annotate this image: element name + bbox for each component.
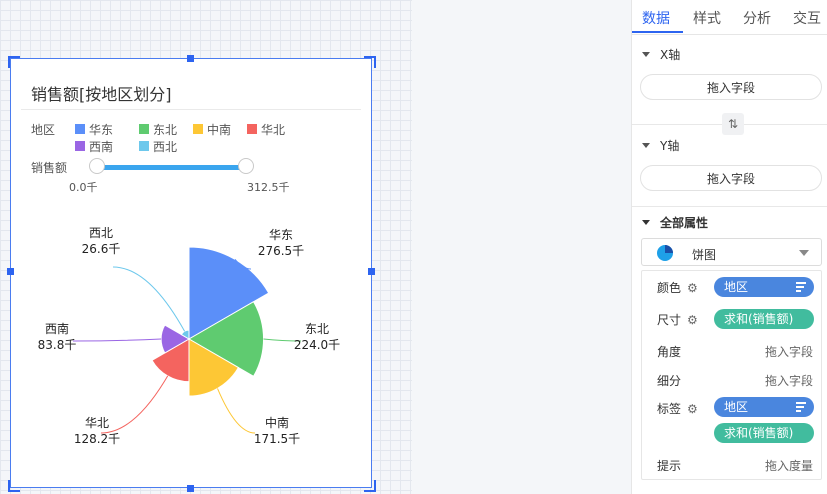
marks-properties: 颜色 ⚙ 地区 尺寸 ⚙ 求和(销售额) 角度 拖入字段 细分 拖入字段 标签 … xyxy=(641,270,822,480)
swap-axes-icon[interactable]: ⇅ xyxy=(722,113,744,135)
x-axis-drop-zone[interactable]: 拖入字段 xyxy=(640,74,822,100)
resize-handle-bottom[interactable] xyxy=(187,485,194,492)
properties-panel: 数据 样式 分析 交互 X轴 拖入字段 ⇅ Y轴 拖入字段 全部属性 饼图 颜色… xyxy=(631,0,827,494)
tab-style[interactable]: 样式 xyxy=(693,8,721,28)
y-axis-section[interactable]: Y轴 xyxy=(642,137,679,154)
slice-label-category: 华北 xyxy=(85,416,109,430)
prop-size-label: 尺寸 xyxy=(657,313,682,327)
chart-type-value: 饼图 xyxy=(692,248,717,262)
all-properties-title: 全部属性 xyxy=(660,216,709,230)
sort-icon[interactable] xyxy=(796,282,806,294)
active-tab-indicator xyxy=(632,31,683,33)
collapse-caret-icon xyxy=(642,220,650,225)
label-leader-line xyxy=(112,266,186,332)
prop-tooltip: 提示 xyxy=(657,459,682,473)
chart-type-select[interactable]: 饼图 xyxy=(641,238,822,266)
color-field-label: 地区 xyxy=(724,280,749,294)
slice-label-category: 西北 xyxy=(89,226,113,240)
label-field-sales: 求和(销售额) xyxy=(724,426,794,440)
gear-icon[interactable]: ⚙ xyxy=(687,313,698,327)
slice-label-value: 128.2千 xyxy=(74,432,120,446)
color-field-pill[interactable]: 地区 xyxy=(714,277,814,297)
prop-label: 标签 ⚙ xyxy=(657,400,698,417)
resize-handle-left[interactable] xyxy=(7,268,14,275)
prop-color-label: 颜色 xyxy=(657,281,682,295)
resize-corner-top-right[interactable] xyxy=(364,56,376,68)
label-field-region: 地区 xyxy=(724,400,749,414)
slice-label-category: 华东 xyxy=(269,228,293,242)
prop-label-label: 标签 xyxy=(657,402,682,416)
label-field-pill-sales[interactable]: 求和(销售额) xyxy=(714,423,814,443)
section-divider xyxy=(632,206,827,207)
sort-icon[interactable] xyxy=(796,402,806,414)
y-axis-title: Y轴 xyxy=(660,139,680,153)
panel-tabs: 数据 样式 分析 交互 xyxy=(632,0,827,35)
slice-label-value: 26.6千 xyxy=(82,242,121,256)
slice-label-value: 171.5千 xyxy=(254,432,300,446)
slice-label-value: 276.5千 xyxy=(258,244,304,258)
canvas-area[interactable]: 销售额[按地区划分] 地区 华东 东北 中南 华北 西南 西北 销售额 0.0千 312.… xyxy=(0,0,631,494)
gear-icon[interactable]: ⚙ xyxy=(687,281,698,295)
size-field-label: 求和(销售额) xyxy=(724,312,794,326)
slice-label-category: 西南 xyxy=(45,321,69,336)
label-leader-line xyxy=(72,338,162,342)
prop-color: 颜色 ⚙ xyxy=(657,279,698,296)
detail-drop-zone[interactable]: 拖入字段 xyxy=(765,372,813,389)
all-properties-section[interactable]: 全部属性 xyxy=(642,214,708,231)
chevron-down-icon xyxy=(799,250,809,256)
label-leader-line xyxy=(100,375,169,434)
canvas-blank xyxy=(412,0,631,494)
slice-label-value: 224.0千 xyxy=(294,338,340,352)
tab-analysis[interactable]: 分析 xyxy=(743,8,771,28)
tooltip-drop-zone[interactable]: 拖入度量 xyxy=(765,457,813,474)
resize-corner-bottom-left[interactable] xyxy=(8,480,20,492)
x-axis-section[interactable]: X轴 xyxy=(642,46,680,63)
angle-drop-zone[interactable]: 拖入字段 xyxy=(765,343,813,360)
resize-corner-top-left[interactable] xyxy=(8,56,20,68)
chart-card[interactable]: 销售额[按地区划分] 地区 华东 东北 中南 华北 西南 西北 销售额 0.0千 312.… xyxy=(10,58,372,488)
rose-pie-chart[interactable]: 华东 276.5千东北 224.0千中南 171.5千 华北 128.2千 西南 83.8千 西… xyxy=(11,59,371,487)
tab-interaction[interactable]: 交互 xyxy=(793,8,821,28)
slice-label-value: 83.8千 xyxy=(38,338,77,352)
x-axis-title: X轴 xyxy=(660,48,681,62)
gear-icon[interactable]: ⚙ xyxy=(687,402,698,416)
prop-detail: 细分 xyxy=(657,374,682,388)
tab-data[interactable]: 数据 xyxy=(642,8,670,28)
label-leader-line xyxy=(217,388,256,434)
resize-corner-bottom-right[interactable] xyxy=(364,480,376,492)
collapse-caret-icon xyxy=(642,52,650,57)
prop-size: 尺寸 ⚙ xyxy=(657,311,698,328)
y-axis-drop-zone[interactable]: 拖入字段 xyxy=(640,165,822,191)
resize-handle-right[interactable] xyxy=(368,268,375,275)
label-field-pill-region[interactable]: 地区 xyxy=(714,397,814,417)
slice-label-category: 中南 xyxy=(265,415,289,430)
size-field-pill[interactable]: 求和(销售额) xyxy=(714,309,814,329)
prop-angle: 角度 xyxy=(657,345,682,359)
resize-handle-top[interactable] xyxy=(187,55,194,62)
collapse-caret-icon xyxy=(642,143,650,148)
slice-label-category: 东北 xyxy=(305,322,329,336)
pie-chart-icon xyxy=(657,245,673,261)
